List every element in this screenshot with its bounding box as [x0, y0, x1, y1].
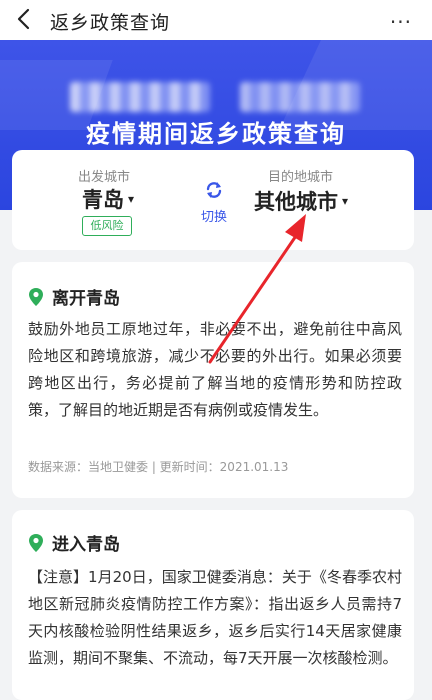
back-icon[interactable]: [12, 6, 34, 32]
from-city-name: 青岛: [82, 188, 124, 212]
leave-policy-header: 离开青岛: [28, 284, 120, 309]
blurred-text: [70, 82, 210, 112]
risk-badge: 低风险: [82, 216, 132, 236]
location-pin-icon: [29, 287, 43, 306]
leave-policy-text: 鼓励外地员工原地过年，非必要不出，避免前往中高风险地区和跨境旅游，减少不必要的外…: [28, 320, 402, 419]
from-city-selector[interactable]: 青岛 ▾: [82, 184, 134, 214]
from-city-label: 出发城市: [78, 170, 131, 185]
data-source: 数据来源：当地卫健委 | 更新时间：2021.01.13: [28, 460, 289, 474]
more-menu-icon[interactable]: ···: [390, 10, 412, 34]
enter-policy-header: 进入青岛: [28, 530, 120, 555]
switch-label: 切换: [200, 210, 227, 225]
route-card: 出发城市 青岛 ▾ 低风险 切换 目的地城市 其他城市 ▾: [12, 150, 414, 250]
swap-icon: [206, 182, 222, 198]
to-city-selector[interactable]: 其他城市 ▾: [254, 186, 348, 216]
to-city-label: 目的地城市: [268, 170, 334, 185]
enter-policy-text: 【注意】1月20日，国家卫健委消息：关于《冬春季农村地区新冠肺炎疫情防控工作方案…: [28, 568, 402, 667]
leave-policy-title: 离开青岛: [52, 289, 120, 309]
chevron-down-icon: ▾: [128, 192, 135, 206]
blurred-text: [240, 82, 360, 112]
chevron-down-icon: ▾: [342, 194, 349, 208]
leave-policy-card: 离开青岛 鼓励外地员工原地过年，非必要不出，避免前往中高风险地区和跨境旅游，减少…: [12, 262, 414, 498]
page-title: 返乡政策查询: [50, 12, 171, 34]
location-pin-icon: [29, 533, 43, 552]
enter-policy-card: 进入青岛 【注意】1月20日，国家卫健委消息：关于《冬春季农村地区新冠肺炎疫情防…: [12, 510, 414, 700]
enter-policy-title: 进入青岛: [52, 535, 120, 555]
top-bar: 返乡政策查询 ···: [0, 0, 432, 40]
banner-title: 疫情期间返乡政策查询: [86, 120, 346, 148]
switch-button[interactable]: 切换: [192, 180, 236, 225]
to-city-name: 其他城市: [254, 190, 338, 214]
